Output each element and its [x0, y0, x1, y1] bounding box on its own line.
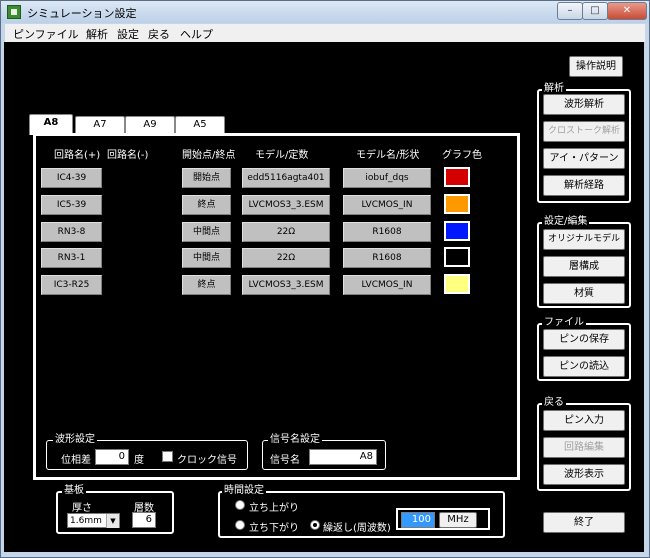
menu-settings[interactable]: 設定: [117, 26, 139, 42]
chevron-down-icon[interactable]: ▼: [106, 514, 119, 528]
tab-a5[interactable]: A5: [175, 116, 225, 133]
net-cell[interactable]: IC5-39: [41, 195, 102, 215]
menu-analysis[interactable]: 解析: [86, 26, 108, 42]
clock-signal-label: クロック信号: [177, 455, 237, 466]
thickness-value: 1.6mm: [70, 516, 102, 526]
net-cell[interactable]: RN3-8: [41, 222, 102, 242]
save-pins-button[interactable]: ピンの保存: [543, 329, 625, 350]
material-button[interactable]: 材質: [543, 283, 625, 304]
menu-back[interactable]: 戻る: [148, 26, 170, 42]
graph-color-swatch[interactable]: [444, 167, 470, 187]
tab-a9[interactable]: A9: [125, 116, 175, 133]
signal-name-label: 信号名: [270, 455, 300, 466]
col-header-model: モデル/定数: [255, 150, 309, 161]
endpoint-cell[interactable]: 終点: [182, 275, 231, 295]
load-pins-button[interactable]: ピンの読込: [543, 356, 625, 377]
model-cell[interactable]: LVCMOS3_3.ESM: [242, 195, 330, 215]
frequency-unit-button[interactable]: MHz: [439, 512, 477, 528]
exit-button[interactable]: 終了: [543, 512, 625, 533]
board-title: 基板: [62, 485, 86, 497]
circuit-edit-button[interactable]: 回路編集: [543, 437, 625, 458]
pin-input-button[interactable]: ピン入力: [543, 410, 625, 431]
menu-bar: ピンファイル 解析 設定 戻る ヘルプ: [5, 24, 645, 43]
net-cell[interactable]: IC4-39: [41, 168, 102, 188]
window-title: シミュレーション設定: [27, 7, 137, 20]
thickness-select[interactable]: 1.6mm ▼: [67, 513, 120, 528]
graph-color-swatch[interactable]: [444, 221, 470, 241]
col-header-endpoint: 開始点/終点: [182, 150, 236, 161]
file-title: ファイル: [542, 317, 586, 329]
app-icon: [7, 5, 21, 19]
model-name-cell[interactable]: R1608: [343, 248, 431, 268]
endpoint-cell[interactable]: 終点: [182, 195, 231, 215]
endpoint-cell[interactable]: 中間点: [182, 222, 231, 242]
menu-help[interactable]: ヘルプ: [180, 26, 213, 42]
graph-color-swatch[interactable]: [444, 274, 470, 294]
model-cell[interactable]: 22Ω: [242, 222, 330, 242]
clock-signal-checkbox[interactable]: [162, 451, 173, 462]
col-header-net-minus: 回路名(-): [107, 150, 149, 161]
col-header-model-shape: モデル名/形状: [356, 150, 420, 161]
tab-a7[interactable]: A7: [75, 116, 125, 133]
col-header-graph-color: グラフ色: [442, 150, 482, 161]
repeat-radio[interactable]: [310, 520, 320, 530]
rise-radio[interactable]: [235, 500, 245, 510]
maximize-button[interactable]: □: [582, 2, 608, 20]
original-model-button[interactable]: オリジナルモデル: [543, 229, 625, 250]
thickness-label: 厚さ: [72, 503, 92, 514]
menu-pin-file[interactable]: ピンファイル: [13, 26, 79, 42]
fall-radio[interactable]: [235, 520, 245, 530]
settings-edit-title: 設定/編集: [542, 216, 590, 228]
layers-input[interactable]: 6: [132, 512, 156, 528]
tab-a8[interactable]: A8: [29, 114, 73, 135]
waveform-settings-title: 波形設定: [53, 434, 97, 446]
analysis-path-button[interactable]: 解析経路: [543, 175, 625, 196]
model-name-cell[interactable]: iobuf_dqs: [343, 168, 431, 188]
layer-config-button[interactable]: 層構成: [543, 256, 625, 277]
minimize-button[interactable]: –: [557, 2, 583, 20]
model-name-cell[interactable]: R1608: [343, 222, 431, 242]
repeat-label: 繰返し(周波数): [323, 523, 391, 534]
waveform-analysis-button[interactable]: 波形解析: [543, 94, 625, 115]
frequency-input[interactable]: 100: [401, 512, 435, 528]
phase-label: 位相差: [61, 455, 91, 466]
graph-color-swatch[interactable]: [444, 194, 470, 214]
close-button[interactable]: ✕: [607, 2, 647, 20]
net-cell[interactable]: IC3-R25: [41, 275, 102, 295]
endpoint-cell[interactable]: 開始点: [182, 168, 231, 188]
crosstalk-analysis-button[interactable]: クロストーク解析: [543, 121, 625, 142]
model-cell[interactable]: edd5116agta401: [242, 168, 330, 188]
col-header-net-plus: 回路名(+): [54, 150, 101, 161]
model-cell[interactable]: LVCMOS3_3.ESM: [242, 275, 330, 295]
degree-unit: 度: [134, 455, 144, 466]
model-name-cell[interactable]: LVCMOS_IN: [343, 275, 431, 295]
help-button[interactable]: 操作説明: [569, 56, 623, 77]
fall-label: 立ち下がり: [249, 523, 299, 534]
signal-name-input[interactable]: A8: [309, 449, 377, 465]
waveform-display-button[interactable]: 波形表示: [543, 464, 625, 485]
eye-pattern-button[interactable]: アイ・パターン: [543, 148, 625, 169]
back-title: 戻る: [542, 397, 566, 409]
graph-color-swatch[interactable]: [444, 247, 470, 267]
model-name-cell[interactable]: LVCMOS_IN: [343, 195, 431, 215]
signal-name-title: 信号名設定: [268, 434, 322, 446]
net-cell[interactable]: RN3-1: [41, 248, 102, 268]
rise-label: 立ち上がり: [249, 503, 299, 514]
timing-title: 時間設定: [222, 485, 266, 497]
model-cell[interactable]: 22Ω: [242, 248, 330, 268]
endpoint-cell[interactable]: 中間点: [182, 248, 231, 268]
title-bar[interactable]: シミュレーション設定 – □ ✕: [1, 1, 649, 23]
phase-input[interactable]: 0: [95, 449, 129, 465]
